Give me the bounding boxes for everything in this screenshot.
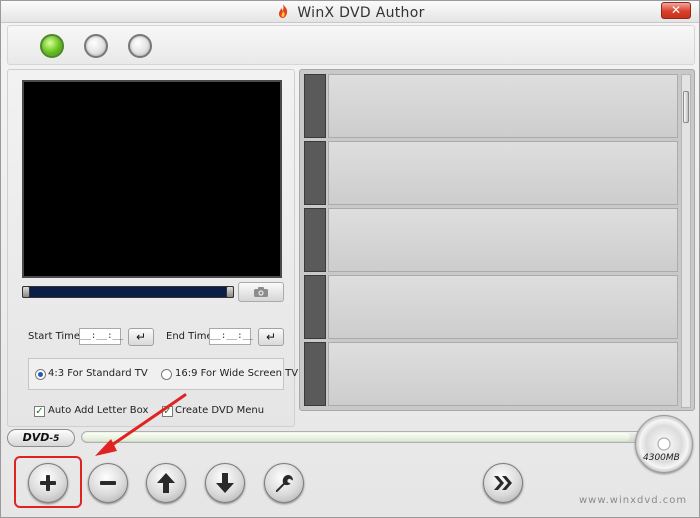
seek-bar[interactable] xyxy=(22,286,234,298)
grey-lamp-icon xyxy=(84,34,108,58)
slot-handle[interactable] xyxy=(304,208,326,272)
settings-button[interactable] xyxy=(264,463,304,503)
end-time-enter-button[interactable]: ↵ xyxy=(258,328,284,346)
close-button[interactable]: ✕ xyxy=(661,2,691,19)
seek-start-handle[interactable] xyxy=(22,286,30,298)
seek-end-handle[interactable] xyxy=(226,286,234,298)
watermark-text: www.winxdvd.com xyxy=(579,495,688,506)
slot-body[interactable] xyxy=(328,74,678,138)
arrow-up-icon xyxy=(157,473,175,493)
add-button[interactable] xyxy=(28,463,68,503)
grey-lamp-icon xyxy=(128,34,152,58)
app-window: WinX DVD Author ✕ Start Time : __:__:__ xyxy=(0,0,700,518)
aspect-wide-label[interactable]: 16:9 For Wide Screen TV xyxy=(175,368,298,379)
title-list-scrollbar[interactable] xyxy=(681,74,691,408)
fast-forward-icon xyxy=(494,476,512,490)
slot-body[interactable] xyxy=(328,275,678,339)
snapshot-button[interactable] xyxy=(238,282,284,302)
arrow-down-icon xyxy=(216,473,234,493)
title-bar[interactable]: WinX DVD Author ✕ xyxy=(1,1,699,23)
move-up-button[interactable] xyxy=(146,463,186,503)
remove-button[interactable] xyxy=(88,463,128,503)
next-step-button[interactable] xyxy=(483,463,523,503)
disc-capacity-label: 4300MB xyxy=(643,453,680,463)
status-lamp-bar xyxy=(7,25,695,65)
title-slot[interactable] xyxy=(304,74,678,138)
annotation-arrow-icon xyxy=(95,393,187,456)
title-slot[interactable] xyxy=(304,208,678,272)
start-time-label: Start Time : xyxy=(28,331,87,342)
slot-body[interactable] xyxy=(328,141,678,205)
slot-handle[interactable] xyxy=(304,141,326,205)
scrollbar-thumb[interactable] xyxy=(683,91,689,123)
start-time-input[interactable]: __:__:__ xyxy=(79,328,123,345)
disc-icon xyxy=(635,415,693,473)
aspect-standard-radio[interactable] xyxy=(35,369,46,380)
video-preview-screen xyxy=(24,82,280,276)
preview-panel: Start Time : __:__:__ ↵ End Time : __:__… xyxy=(7,69,298,427)
flame-logo-icon xyxy=(279,4,288,18)
wrench-icon xyxy=(275,474,293,492)
remove-icon xyxy=(100,481,116,485)
window-title-text: WinX DVD Author xyxy=(297,5,425,21)
end-time-input[interactable]: __:__:__ xyxy=(209,328,253,345)
dvd-badge-main: DVD xyxy=(22,431,50,444)
title-slot[interactable] xyxy=(304,141,678,205)
camera-icon xyxy=(254,287,268,297)
start-time-enter-button[interactable]: ↵ xyxy=(128,328,154,346)
window-title: WinX DVD Author xyxy=(1,3,699,21)
slot-handle[interactable] xyxy=(304,275,326,339)
aspect-wide-radio[interactable] xyxy=(161,369,172,380)
dvd-badge-sub: -5 xyxy=(49,434,60,444)
aspect-standard-label[interactable]: 4:3 For Standard TV xyxy=(48,368,148,379)
green-lamp-icon xyxy=(40,34,64,58)
slot-body[interactable] xyxy=(328,342,678,406)
slot-handle[interactable] xyxy=(304,342,326,406)
auto-letterbox-checkbox[interactable]: ✓ xyxy=(34,406,45,417)
video-preview-frame xyxy=(22,80,282,278)
title-slot[interactable] xyxy=(304,342,678,406)
slot-handle[interactable] xyxy=(304,74,326,138)
slot-body[interactable] xyxy=(328,208,678,272)
title-slot[interactable] xyxy=(304,275,678,339)
aspect-ratio-group: 4:3 For Standard TV 16:9 For Wide Screen… xyxy=(28,358,298,390)
add-icon xyxy=(40,475,56,491)
move-down-button[interactable] xyxy=(205,463,245,503)
title-list-panel[interactable] xyxy=(299,69,695,411)
